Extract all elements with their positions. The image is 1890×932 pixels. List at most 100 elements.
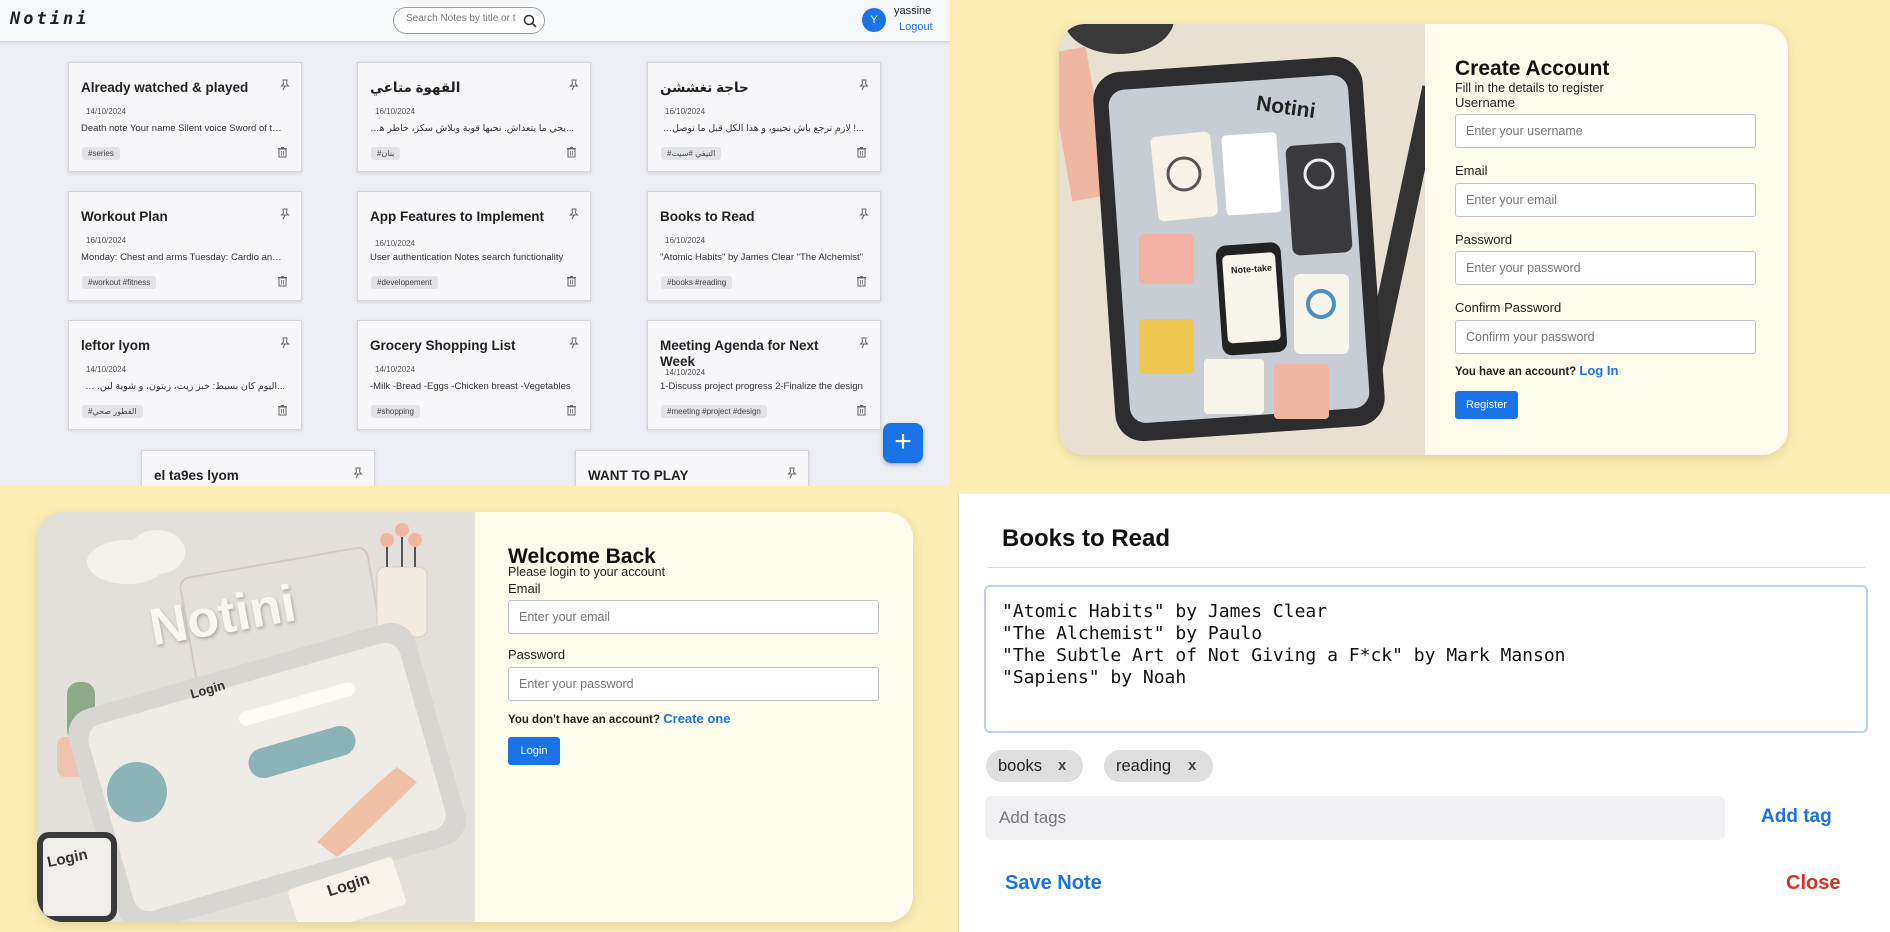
password-label: Password: [1455, 232, 1513, 247]
note-preview: -Milk -Bread -Eggs -Chicken breast -Vege…: [370, 381, 571, 392]
email-label: Email: [1455, 163, 1488, 178]
note-tags: #التيفي #سيت: [661, 147, 722, 160]
note-preview: Monday: Chest and arms Tuesday: Cardio a…: [81, 252, 285, 263]
trash-icon[interactable]: [566, 145, 577, 158]
editor-title[interactable]: Books to Read: [1002, 525, 1170, 553]
note-date: 16/10/2024: [86, 236, 127, 245]
login-tablet-illustration: [37, 512, 475, 922]
note-title: App Features to Implement: [370, 209, 545, 224]
note-tags: #series: [82, 147, 120, 160]
pin-icon[interactable]: [858, 78, 870, 91]
add-tags-input[interactable]: Add tags: [985, 796, 1725, 840]
note-date: 14/10/2024: [375, 365, 416, 374]
note-tags: #books #reading: [661, 276, 733, 289]
pin-icon[interactable]: [858, 336, 870, 349]
search-box[interactable]: [393, 7, 545, 34]
login-screen: Notini Login Login Login Welcome Back Pl…: [0, 494, 950, 932]
pin-icon[interactable]: [568, 207, 580, 220]
note-title: Grocery Shopping List: [370, 338, 516, 353]
pin-icon[interactable]: [568, 78, 580, 91]
pin-icon[interactable]: [279, 207, 291, 220]
register-title: Create Account: [1455, 57, 1610, 80]
note-tags: #shopping: [371, 405, 420, 418]
note-date: 16/10/2024: [665, 107, 706, 116]
create-account-link[interactable]: Create one: [663, 711, 730, 726]
trash-icon[interactable]: [566, 403, 577, 416]
pin-icon[interactable]: [279, 336, 291, 349]
add-tag-button[interactable]: Add tag: [1761, 806, 1832, 828]
trash-icon[interactable]: [856, 145, 867, 158]
trash-icon[interactable]: [277, 145, 288, 158]
tag-chip-reading: reading x: [1104, 750, 1213, 782]
remove-tag-icon[interactable]: x: [1058, 750, 1066, 782]
note-preview: "Atomic Habits" by James Clear "The Alch…: [660, 252, 864, 263]
avatar[interactable]: Y: [862, 8, 886, 32]
note-preview: User authentication Notes search functio…: [370, 252, 564, 263]
note-title: leftor lyom: [81, 338, 151, 353]
tablet-illustration: [1059, 24, 1425, 455]
note-card[interactable]: Already watched & played 14/10/2024 Death …: [68, 62, 302, 172]
username-field[interactable]: Enter your username: [1455, 114, 1756, 148]
have-account-text: You have an account?: [1455, 366, 1577, 378]
note-content-textarea[interactable]: "Atomic Habits" by James Clear "The Alch…: [984, 585, 1868, 733]
trash-icon[interactable]: [277, 274, 288, 287]
note-card[interactable]: el ta9es lyom: [141, 450, 375, 486]
login-button[interactable]: Login: [508, 737, 560, 765]
register-illustration: Notini Note-take: [1059, 24, 1425, 455]
note-preview: ...اليوم كان بسيط: خبز زيت، زيتون، و شوي…: [81, 381, 285, 392]
note-card[interactable]: leftor lyom 14/10/2024 ...اليوم كان بسيط: …: [68, 320, 302, 430]
note-tags: #بنان: [371, 147, 401, 160]
note-tags: #الفطور صحي: [82, 405, 143, 418]
trash-icon[interactable]: [856, 274, 867, 287]
note-title: WANT TO PLAY: [588, 468, 689, 483]
password-field[interactable]: Enter your password: [1455, 251, 1756, 285]
pin-icon[interactable]: [279, 78, 291, 91]
note-title: Already watched & played: [81, 80, 249, 95]
remove-tag-icon[interactable]: x: [1188, 750, 1196, 782]
confirm-password-label: Confirm Password: [1455, 300, 1562, 315]
note-card[interactable]: القهوة متاعي 16/10/2024 ...يحي ما يتعداش. …: [357, 62, 591, 172]
pin-icon[interactable]: [352, 466, 364, 479]
note-preview: ...! لازم نرجع باش نجيبو، و هذا الكل قبل…: [660, 123, 864, 134]
note-title: el ta9es lyom: [154, 468, 239, 483]
register-screen: Notini Note-take Create Account Fill in …: [958, 0, 1890, 486]
email-field[interactable]: Enter your email: [1455, 183, 1756, 217]
note-date: 16/10/2024: [665, 236, 706, 245]
note-date: 16/10/2024: [375, 107, 416, 116]
close-button[interactable]: Close: [1786, 872, 1840, 895]
tag-chip-books: books x: [986, 750, 1083, 782]
notes-dashboard: Notini Y yassine Logout Already watched …: [0, 0, 950, 486]
login-card: Notini Login Login Login Welcome Back Pl…: [37, 512, 913, 922]
save-note-button[interactable]: Save Note: [1005, 872, 1102, 895]
login-password-field[interactable]: Enter your password: [508, 667, 879, 701]
register-subtitle: Fill in the details to register: [1455, 81, 1604, 95]
register-button[interactable]: Register: [1455, 391, 1518, 419]
note-card[interactable]: Meeting Agenda for Next Week 14/10/2024 1-…: [647, 320, 881, 430]
user-name: yassine: [894, 5, 932, 17]
note-card[interactable]: App Features to Implement 16/10/2024 User …: [357, 191, 591, 301]
note-card[interactable]: WANT TO PLAY: [575, 450, 809, 486]
note-card[interactable]: Books to Read 16/10/2024 "Atomic Habits" b…: [647, 191, 881, 301]
trash-icon[interactable]: [566, 274, 577, 287]
confirm-password-field[interactable]: Confirm your password: [1455, 320, 1756, 354]
app-logo[interactable]: Notini: [10, 9, 89, 29]
trash-icon[interactable]: [277, 403, 288, 416]
search-icon[interactable]: [522, 13, 538, 29]
note-date: 16/10/2024: [375, 239, 416, 248]
top-navbar: Notini Y yassine Logout: [0, 0, 950, 42]
pin-icon[interactable]: [786, 466, 798, 479]
trash-icon[interactable]: [856, 403, 867, 416]
login-email-field[interactable]: Enter your email: [508, 600, 879, 634]
note-card[interactable]: Workout Plan 16/10/2024 Monday: Chest and …: [68, 191, 302, 301]
pin-icon[interactable]: [858, 207, 870, 220]
search-input[interactable]: [406, 13, 516, 24]
logout-link[interactable]: Logout: [899, 21, 933, 33]
note-tags: #meeting #project #design: [661, 405, 767, 418]
note-card[interactable]: حاجة تغششن 16/10/2024 ...! لازم نرجع باش ن…: [647, 62, 881, 172]
pin-icon[interactable]: [568, 336, 580, 349]
note-card[interactable]: Grocery Shopping List 14/10/2024 -Milk -Br…: [357, 320, 591, 430]
login-illustration: Notini Login Login Login: [37, 512, 475, 922]
note-preview: 1-Discuss project progress 2-Finalize th…: [660, 381, 863, 392]
login-link[interactable]: Log In: [1579, 363, 1618, 378]
add-note-button[interactable]: +: [883, 423, 923, 463]
